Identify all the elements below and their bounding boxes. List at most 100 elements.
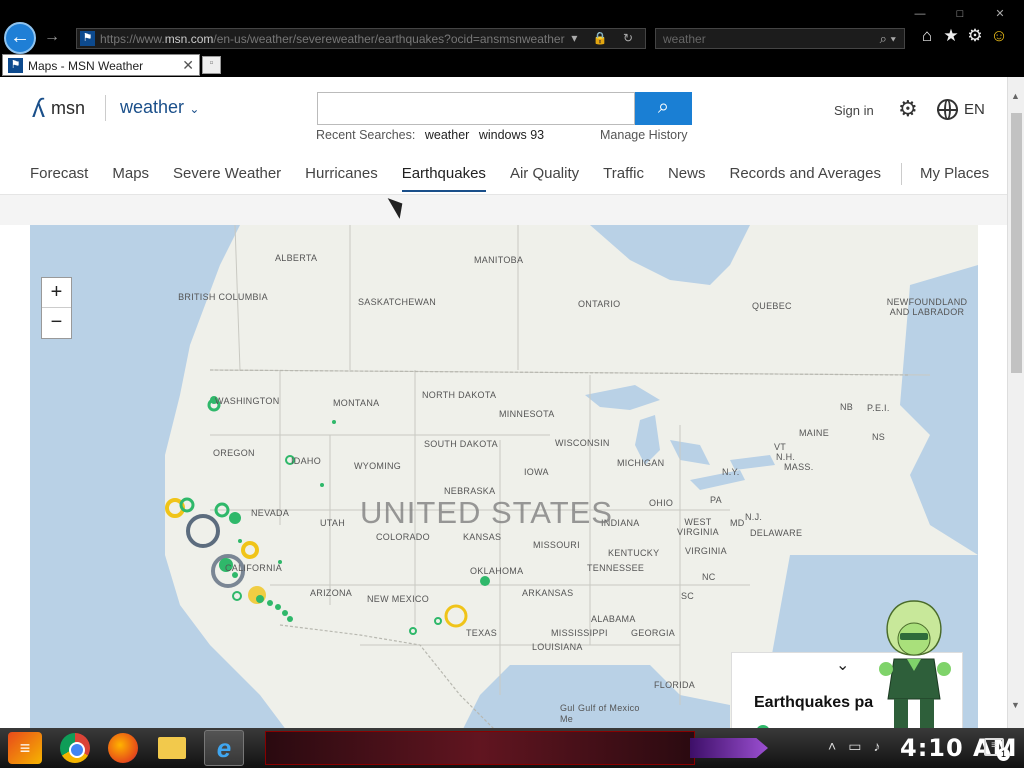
map-label: MANITOBA bbox=[474, 255, 524, 265]
scroll-up-icon[interactable]: ▲ bbox=[1011, 91, 1020, 101]
map-label: CALIFORNIA bbox=[225, 563, 283, 573]
map-label: SC bbox=[681, 591, 695, 601]
settings-gear-icon[interactable]: ⚙ bbox=[898, 96, 918, 122]
forward-arrow-icon[interactable]: → bbox=[44, 28, 60, 46]
nav-hurricanes[interactable]: Hurricanes bbox=[305, 165, 378, 192]
new-tab-button[interactable]: ▫ bbox=[202, 56, 221, 74]
map-label: KENTUCKY bbox=[608, 548, 660, 558]
map-label: NS bbox=[872, 432, 886, 442]
sign-in-link[interactable]: Sign in bbox=[834, 103, 874, 118]
nav-forecast[interactable]: Forecast bbox=[30, 165, 88, 192]
weather-nav: Forecast Maps Severe Weather Hurricanes … bbox=[30, 163, 1013, 192]
internet-explorer-icon[interactable]: e bbox=[204, 730, 244, 766]
header-divider bbox=[105, 95, 106, 121]
nav-news[interactable]: News bbox=[668, 165, 706, 192]
page-scrollbar[interactable]: ▲ ▼ bbox=[1007, 77, 1024, 728]
browser-toolbar: — □ ✕ ← → ⚑ https://www.msn.com/en-us/we… bbox=[0, 0, 1024, 56]
nav-severe-weather[interactable]: Severe Weather bbox=[173, 165, 281, 192]
nav-air-quality[interactable]: Air Quality bbox=[510, 165, 579, 192]
file-explorer-icon[interactable] bbox=[158, 737, 186, 759]
chevron-down-icon: ⌄ bbox=[186, 102, 200, 116]
weather-brand-menu[interactable]: weather ⌄ bbox=[120, 97, 199, 118]
map-label: MASS. bbox=[784, 462, 814, 472]
map-label: NEWFOUNDLAND AND LABRADOR bbox=[886, 297, 968, 317]
volume-icon[interactable]: ♪ bbox=[873, 738, 880, 755]
map-label: VIRGINIA bbox=[685, 546, 727, 556]
nav-my-places[interactable]: My Places bbox=[920, 165, 989, 192]
nav-records-averages[interactable]: Records and Averages bbox=[729, 165, 881, 192]
scroll-thumb[interactable] bbox=[1011, 113, 1022, 373]
map-label: ARIZONA bbox=[310, 588, 353, 598]
nav-maps[interactable]: Maps bbox=[112, 165, 149, 192]
peridot-mascot-icon bbox=[879, 600, 951, 735]
map-label: N.H. bbox=[776, 452, 796, 462]
smiley-feedback-icon[interactable]: ☺ bbox=[990, 26, 1008, 48]
map-label: MICHIGAN bbox=[617, 458, 665, 468]
map-label: WEST VIRGINIA bbox=[677, 517, 719, 537]
browser-search-input[interactable]: weather ⌕ ▾ bbox=[655, 28, 905, 49]
search-button[interactable]: ⌕ bbox=[635, 92, 692, 125]
nav-divider bbox=[900, 163, 902, 185]
chevron-up-icon[interactable]: ˄ bbox=[828, 738, 836, 755]
map-label: Gulf of Mexico bbox=[578, 703, 640, 713]
address-bar-icons[interactable]: ▾ 🔒 ↻ bbox=[571, 31, 639, 45]
nav-earthquakes[interactable]: Earthquakes bbox=[401, 165, 486, 192]
map-label-gulf-prefix: Gul bbox=[560, 703, 575, 713]
map-label: MD bbox=[730, 518, 745, 528]
nav-traffic[interactable]: Traffic bbox=[603, 165, 644, 192]
zoom-in-button[interactable]: + bbox=[42, 278, 71, 308]
map-label: WASHINGTON bbox=[215, 396, 280, 406]
minimize-button[interactable]: — bbox=[900, 6, 940, 22]
network-icon[interactable]: ▭ bbox=[848, 738, 861, 755]
search-input[interactable] bbox=[317, 92, 635, 125]
start-button[interactable]: ≡ bbox=[8, 732, 42, 764]
recent-search-item[interactable]: weather bbox=[425, 128, 469, 142]
maximize-button[interactable]: □ bbox=[940, 6, 980, 22]
close-window-button[interactable]: ✕ bbox=[980, 6, 1020, 22]
msn-favicon-icon: ⚑ bbox=[80, 31, 95, 46]
map-label: MAINE bbox=[799, 428, 830, 438]
map-label: NEVADA bbox=[251, 508, 290, 518]
map-label: IDAHO bbox=[291, 456, 322, 466]
msn-butterfly-icon: ʎ bbox=[32, 93, 45, 123]
search-icon[interactable]: ⌕ ▾ bbox=[880, 31, 896, 47]
close-tab-icon[interactable]: ✕ bbox=[182, 57, 194, 74]
tools-gear-icon[interactable]: ⚙ bbox=[966, 26, 984, 48]
action-center-icon[interactable]: ≡ 1 bbox=[984, 738, 1010, 761]
chevron-down-icon[interactable]: ⌄ bbox=[836, 655, 849, 675]
map-label: P.E.I. bbox=[867, 403, 890, 413]
map-label: TEXAS bbox=[466, 628, 498, 638]
map-label: LOUISIANA bbox=[532, 642, 583, 652]
map-label: COLORADO bbox=[376, 532, 430, 542]
home-icon[interactable]: ⌂ bbox=[918, 26, 936, 48]
taskbar-purple-arrow bbox=[690, 738, 768, 758]
scroll-down-icon[interactable]: ▼ bbox=[1011, 700, 1020, 710]
tab-msn-weather[interactable]: ⚑ Maps - MSN Weather ✕ bbox=[2, 54, 200, 76]
msn-logo[interactable]: ʎ msn bbox=[32, 93, 85, 124]
recent-searches: Recent Searches: weather windows 93 bbox=[316, 128, 545, 142]
map-label: FLORIDA bbox=[654, 680, 696, 690]
map-label: NORTH DAKOTA bbox=[422, 390, 497, 400]
zoom-out-button[interactable]: − bbox=[42, 308, 71, 338]
map-label: UTAH bbox=[320, 518, 346, 528]
map-label: MISSOURI bbox=[533, 540, 580, 550]
back-arrow-icon[interactable]: ← bbox=[4, 22, 36, 54]
language-selector[interactable]: EN bbox=[937, 99, 985, 120]
map-label: NB bbox=[840, 402, 854, 412]
map-label: TENNESSEE bbox=[587, 563, 645, 573]
map-label: DELAWARE bbox=[750, 528, 803, 538]
firefox-icon[interactable] bbox=[108, 733, 138, 763]
map-label: WYOMING bbox=[354, 461, 402, 471]
map-label: KANSAS bbox=[463, 532, 502, 542]
map-label-mexico: Me bbox=[560, 714, 574, 724]
chrome-icon[interactable] bbox=[60, 733, 90, 763]
map-label: OKLAHOMA bbox=[470, 566, 524, 576]
favorites-star-icon[interactable]: ★ bbox=[942, 26, 960, 48]
msn-favicon-icon: ⚑ bbox=[8, 58, 23, 73]
recent-search-item[interactable]: windows 93 bbox=[479, 128, 544, 142]
address-bar[interactable]: ⚑ https://www.msn.com/en-us/weather/seve… bbox=[76, 28, 646, 49]
map-label: QUEBEC bbox=[752, 301, 792, 311]
manage-history-link[interactable]: Manage History bbox=[600, 128, 688, 142]
taskbar: ≡ e ˄ ▭ ♪ 4:10 AM ≡ 1 bbox=[0, 728, 1024, 768]
map-label: ONTARIO bbox=[578, 299, 621, 309]
